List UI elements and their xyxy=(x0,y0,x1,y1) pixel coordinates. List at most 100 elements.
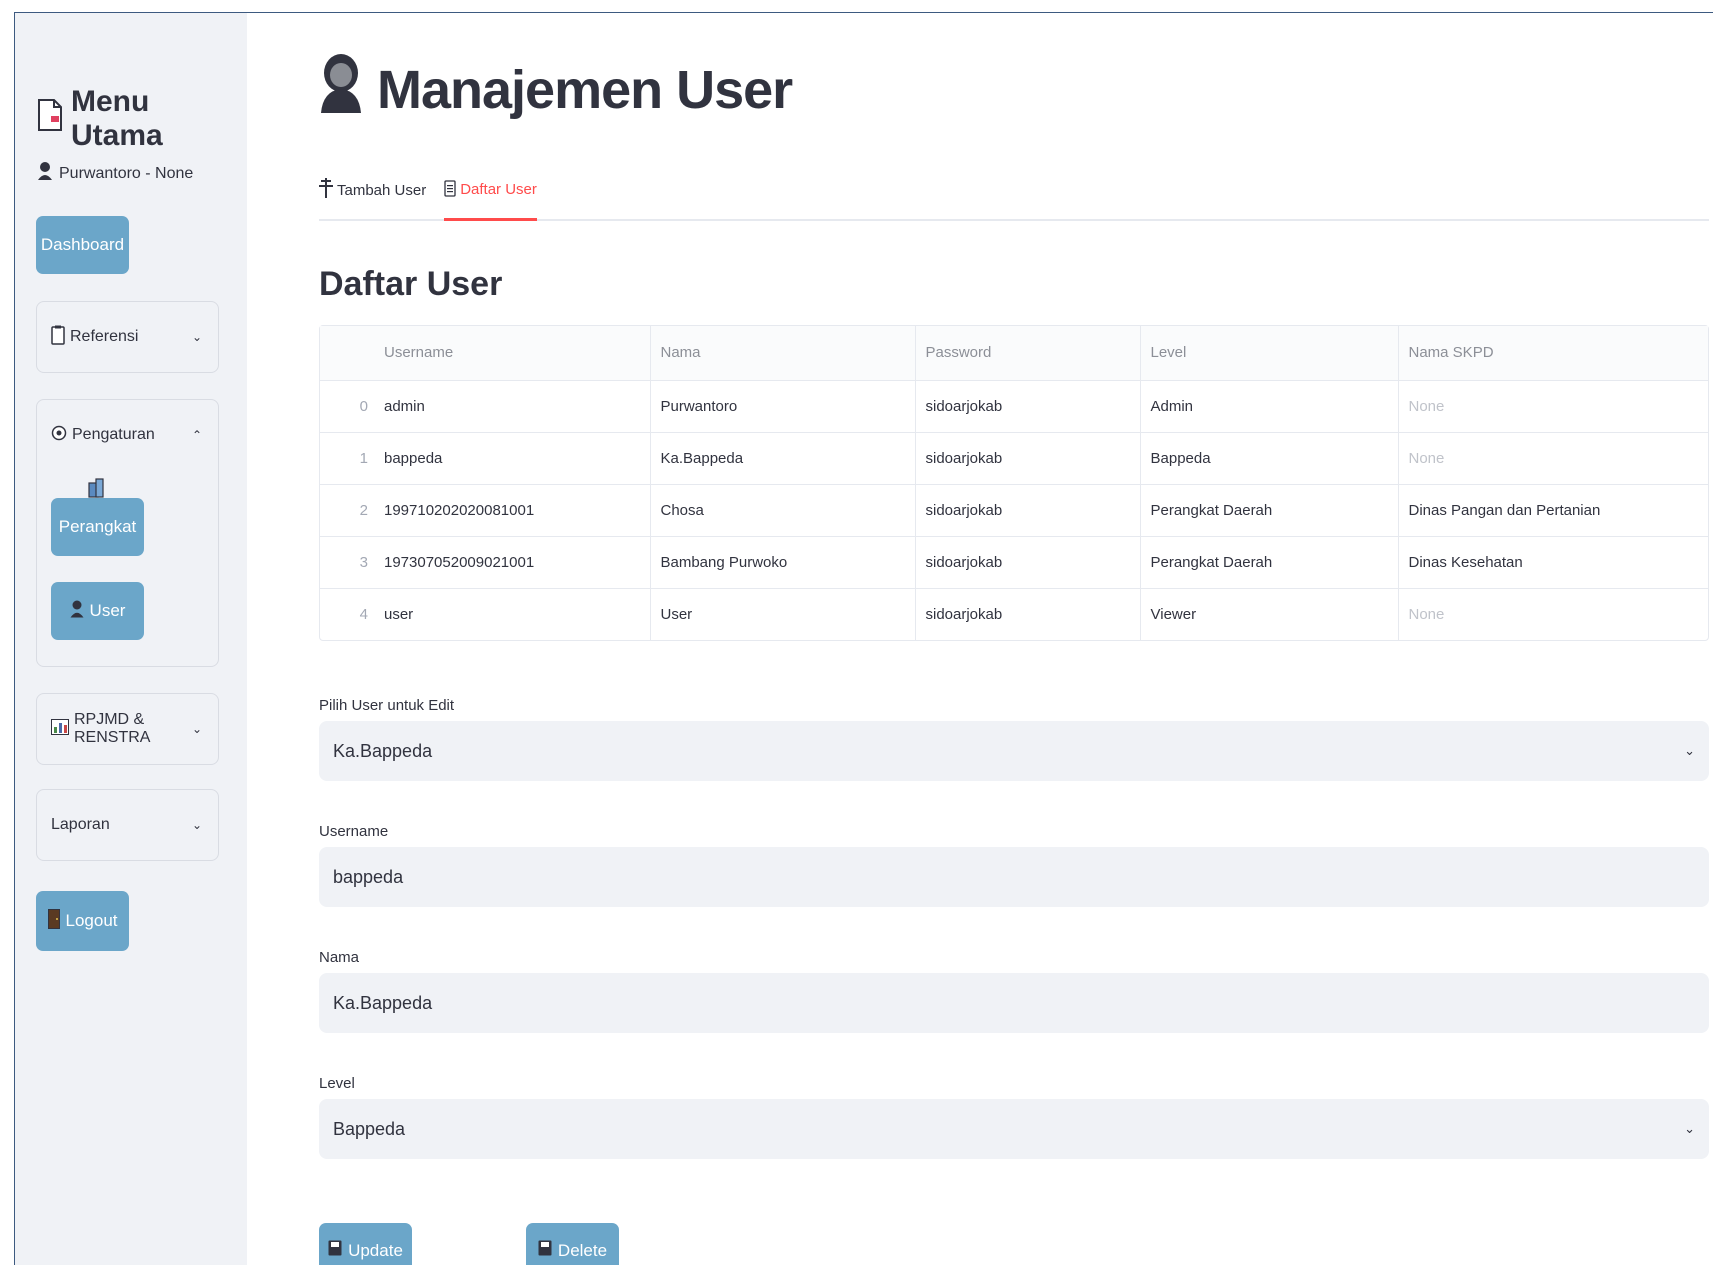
username-label: Username xyxy=(319,823,389,840)
table-row: 1 bappeda Ka.Bappeda sidoarjokab Bappeda… xyxy=(320,432,1708,485)
cell-password: sidoarjokab xyxy=(915,484,1141,537)
chevron-down-icon: ⌄ xyxy=(1684,1121,1695,1136)
delete-button[interactable]: Delete xyxy=(526,1223,619,1265)
row-index: 4 xyxy=(359,605,368,623)
cell-password: sidoarjokab xyxy=(915,588,1141,640)
cell-level: Viewer xyxy=(1140,588,1399,640)
save-icon xyxy=(538,1240,552,1261)
update-button-label: Update xyxy=(348,1240,403,1260)
column-header-username[interactable]: Username xyxy=(374,326,651,381)
cell-nama: Chosa xyxy=(650,484,916,537)
row-index: 0 xyxy=(320,380,374,433)
cell-skpd: Dinas Kesehatan xyxy=(1398,536,1708,589)
expander-referensi[interactable]: Referensi ⌄ xyxy=(36,301,219,373)
cell-nama: User xyxy=(650,588,916,640)
chart-icon xyxy=(51,718,69,740)
section-title: Daftar User xyxy=(319,265,503,303)
logout-button-label: Logout xyxy=(65,911,118,930)
page-title-text: Manajemen User xyxy=(377,59,793,120)
current-user-text: Purwantoro - None xyxy=(59,164,194,182)
clipboard-icon xyxy=(51,325,65,350)
user-table[interactable]: Username Nama Password Level Nama SKPD 0… xyxy=(319,325,1709,641)
logout-button[interactable]: Logout xyxy=(36,891,129,951)
column-header-nama[interactable]: Nama xyxy=(650,326,916,381)
cell-username: user xyxy=(374,588,651,640)
column-header-level[interactable]: Level xyxy=(1140,326,1399,381)
expander-rpjmd[interactable]: RPJMD & RENSTRA ⌄ xyxy=(36,693,219,765)
cell-level: Perangkat Daerah xyxy=(1140,536,1399,589)
tab-daftar-user[interactable]: Daftar User xyxy=(444,163,537,221)
column-header-password[interactable]: Password xyxy=(915,326,1141,381)
level-dropdown[interactable]: Bappeda ⌄ xyxy=(319,1099,1709,1159)
expander-laporan-header[interactable]: Laporan ⌄ xyxy=(37,790,218,860)
select-user-dropdown[interactable]: Ka.Bappeda ⌄ xyxy=(319,721,1709,781)
expander-pengaturan-label: Pengaturan xyxy=(72,426,155,443)
expander-rpjmd-label: RPJMD & RENSTRA xyxy=(74,711,151,746)
username-field[interactable]: bappeda xyxy=(319,847,1709,907)
perangkat-button-label: Perangkat xyxy=(58,517,137,536)
cell-skpd: None xyxy=(1398,432,1708,485)
chevron-up-icon: ⌃ xyxy=(191,428,202,442)
table-header-row: Username Nama Password Level Nama SKPD xyxy=(320,326,1708,381)
nama-value: Ka.Bappeda xyxy=(333,992,433,1013)
cell-skpd: None xyxy=(1408,605,1445,623)
save-icon xyxy=(328,1240,342,1261)
cell-username: bappeda xyxy=(374,432,651,485)
sidebar-title-text: Menu Utama xyxy=(71,85,163,152)
cell-password: sidoarjokab xyxy=(915,380,1141,433)
cell-username: 197307052009021001 xyxy=(374,536,651,589)
user-icon xyxy=(70,600,84,623)
clipboard-icon xyxy=(444,179,456,201)
nama-field[interactable]: Ka.Bappeda xyxy=(319,973,1709,1033)
level-value: Bappeda xyxy=(333,1118,406,1139)
cell-skpd: None xyxy=(1398,380,1708,433)
expander-referensi-header[interactable]: Referensi ⌄ xyxy=(37,302,218,372)
table-row: 4 user User sidoarjokab Viewer None xyxy=(320,588,1708,640)
nama-label: Nama xyxy=(319,949,360,966)
column-header-skpd[interactable]: Nama SKPD xyxy=(1398,326,1708,381)
row-index: 2 xyxy=(320,484,374,537)
expander-rpjmd-header[interactable]: RPJMD & RENSTRA ⌄ xyxy=(37,694,218,764)
cell-nama: Bambang Purwoko xyxy=(650,536,916,589)
cell-level: Admin xyxy=(1140,380,1399,433)
current-user: Purwantoro - None xyxy=(37,161,193,186)
user-icon xyxy=(319,51,363,128)
tab-tambah-user-label: Tambah User xyxy=(337,181,427,199)
door-icon xyxy=(47,908,60,934)
chevron-down-icon: ⌄ xyxy=(191,818,202,832)
plus-icon xyxy=(319,178,333,202)
user-button-label: User xyxy=(89,601,126,620)
tab-bar: Tambah User Daftar User xyxy=(319,163,1709,221)
expander-pengaturan[interactable]: Pengaturan ⌃ Perangkat User xyxy=(36,399,219,667)
cell-level: Bappeda xyxy=(1140,432,1399,485)
expander-laporan[interactable]: Laporan ⌄ xyxy=(36,789,219,861)
cell-username: admin xyxy=(374,380,651,433)
user-icon xyxy=(37,161,53,186)
cell-password: sidoarjokab xyxy=(915,432,1141,485)
cell-level: Perangkat Daerah xyxy=(1140,484,1399,537)
chevron-down-icon: ⌄ xyxy=(1684,743,1695,758)
dashboard-button-label: Dashboard xyxy=(40,235,125,254)
perangkat-button[interactable]: Perangkat xyxy=(51,498,144,556)
expander-laporan-label: Laporan xyxy=(51,816,110,833)
select-user-value: Ka.Bappeda xyxy=(333,740,433,761)
table-row: 3 197307052009021001 Bambang Purwoko sid… xyxy=(320,536,1708,589)
username-value: bappeda xyxy=(333,866,404,887)
select-user-label: Pilih User untuk Edit xyxy=(319,697,455,714)
delete-button-label: Delete xyxy=(557,1240,608,1260)
expander-pengaturan-header[interactable]: Pengaturan ⌃ xyxy=(37,400,218,470)
cell-username: 199710202020081001 xyxy=(374,484,651,537)
document-icon xyxy=(37,98,63,140)
cell-nama: Purwantoro xyxy=(650,380,916,433)
cell-skpd: Dinas Pangan dan Pertanian xyxy=(1398,484,1708,537)
cell-nama: Ka.Bappeda xyxy=(650,432,916,485)
dashboard-button[interactable]: Dashboard xyxy=(36,216,129,274)
page-title: Manajemen User xyxy=(319,51,793,128)
cell-password: sidoarjokab xyxy=(915,536,1141,589)
sidebar: Menu Utama Purwantoro - None Dashboard R… xyxy=(15,13,247,1265)
table-row: 2 199710202020081001 Chosa sidoarjokab P… xyxy=(320,484,1708,537)
row-index: 1 xyxy=(320,432,374,485)
update-button[interactable]: Update xyxy=(319,1223,412,1265)
tab-tambah-user[interactable]: Tambah User xyxy=(319,163,426,219)
user-button[interactable]: User xyxy=(51,582,144,640)
